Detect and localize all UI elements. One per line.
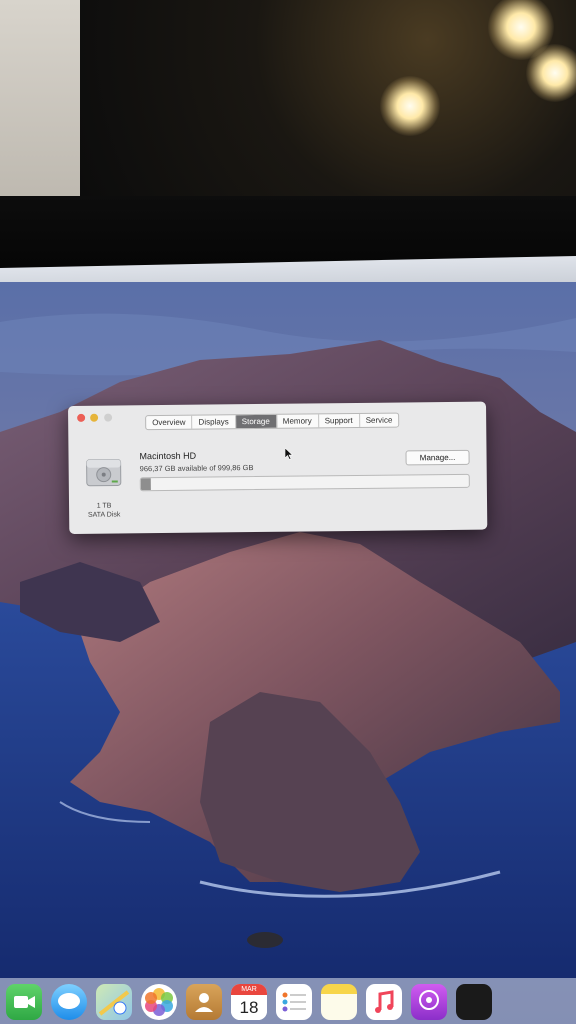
calendar-icon[interactable]: MAR 18 [231,984,267,1020]
disk-capacity-label: 1 TB SATA Disk [81,501,127,519]
about-this-mac-window: Overview Displays Storage Memory Support… [68,401,488,534]
calendar-month: MAR [231,984,267,995]
window-titlebar: Overview Displays Storage Memory Support… [68,402,486,431]
tab-memory[interactable]: Memory [276,414,319,428]
tab-bar: Overview Displays Storage Memory Support… [145,412,400,431]
manage-button[interactable]: Manage... [405,449,470,466]
calendar-day: 18 [231,995,267,1020]
disk-type: SATA Disk [87,511,121,519]
mouse-cursor-icon [285,448,293,460]
podcasts-icon[interactable] [411,984,447,1020]
facetime-icon[interactable] [6,984,42,1020]
tab-support[interactable]: Support [318,413,360,428]
dock: MAR 18 [0,978,576,1024]
minimize-window-button[interactable] [90,413,99,422]
tab-displays[interactable]: Displays [192,415,236,429]
apple-tv-icon[interactable] [456,984,492,1020]
disk-availability: 966,37 GB available of 999,86 GB [139,463,254,474]
close-window-button[interactable] [77,413,86,422]
reminders-icon[interactable] [276,984,312,1020]
ceiling-light [526,44,576,102]
background-wall [0,0,82,205]
hard-disk-icon [86,458,122,487]
tab-service[interactable]: Service [360,414,399,427]
contacts-icon[interactable] [186,984,222,1020]
maps-icon[interactable] [96,984,132,1020]
disk-name: Macintosh HD [139,450,197,462]
messages-icon[interactable] [51,984,87,1020]
catalina-island-illustration [0,282,576,1024]
desktop-wallpaper [0,282,576,1024]
photos-icon[interactable] [141,984,177,1020]
notes-icon[interactable] [321,984,357,1020]
zoom-window-button[interactable] [104,413,113,422]
storage-usage-fill [140,478,151,491]
ceiling-light [380,76,440,136]
tab-overview[interactable]: Overview [146,415,193,430]
storage-usage-bar [139,473,470,492]
disk-capacity: 1 TB [96,502,112,510]
storage-panel: 1 TB SATA Disk Macintosh HD 966,37 GB av… [68,430,487,534]
tab-storage[interactable]: Storage [235,414,277,429]
music-icon[interactable] [366,984,402,1020]
